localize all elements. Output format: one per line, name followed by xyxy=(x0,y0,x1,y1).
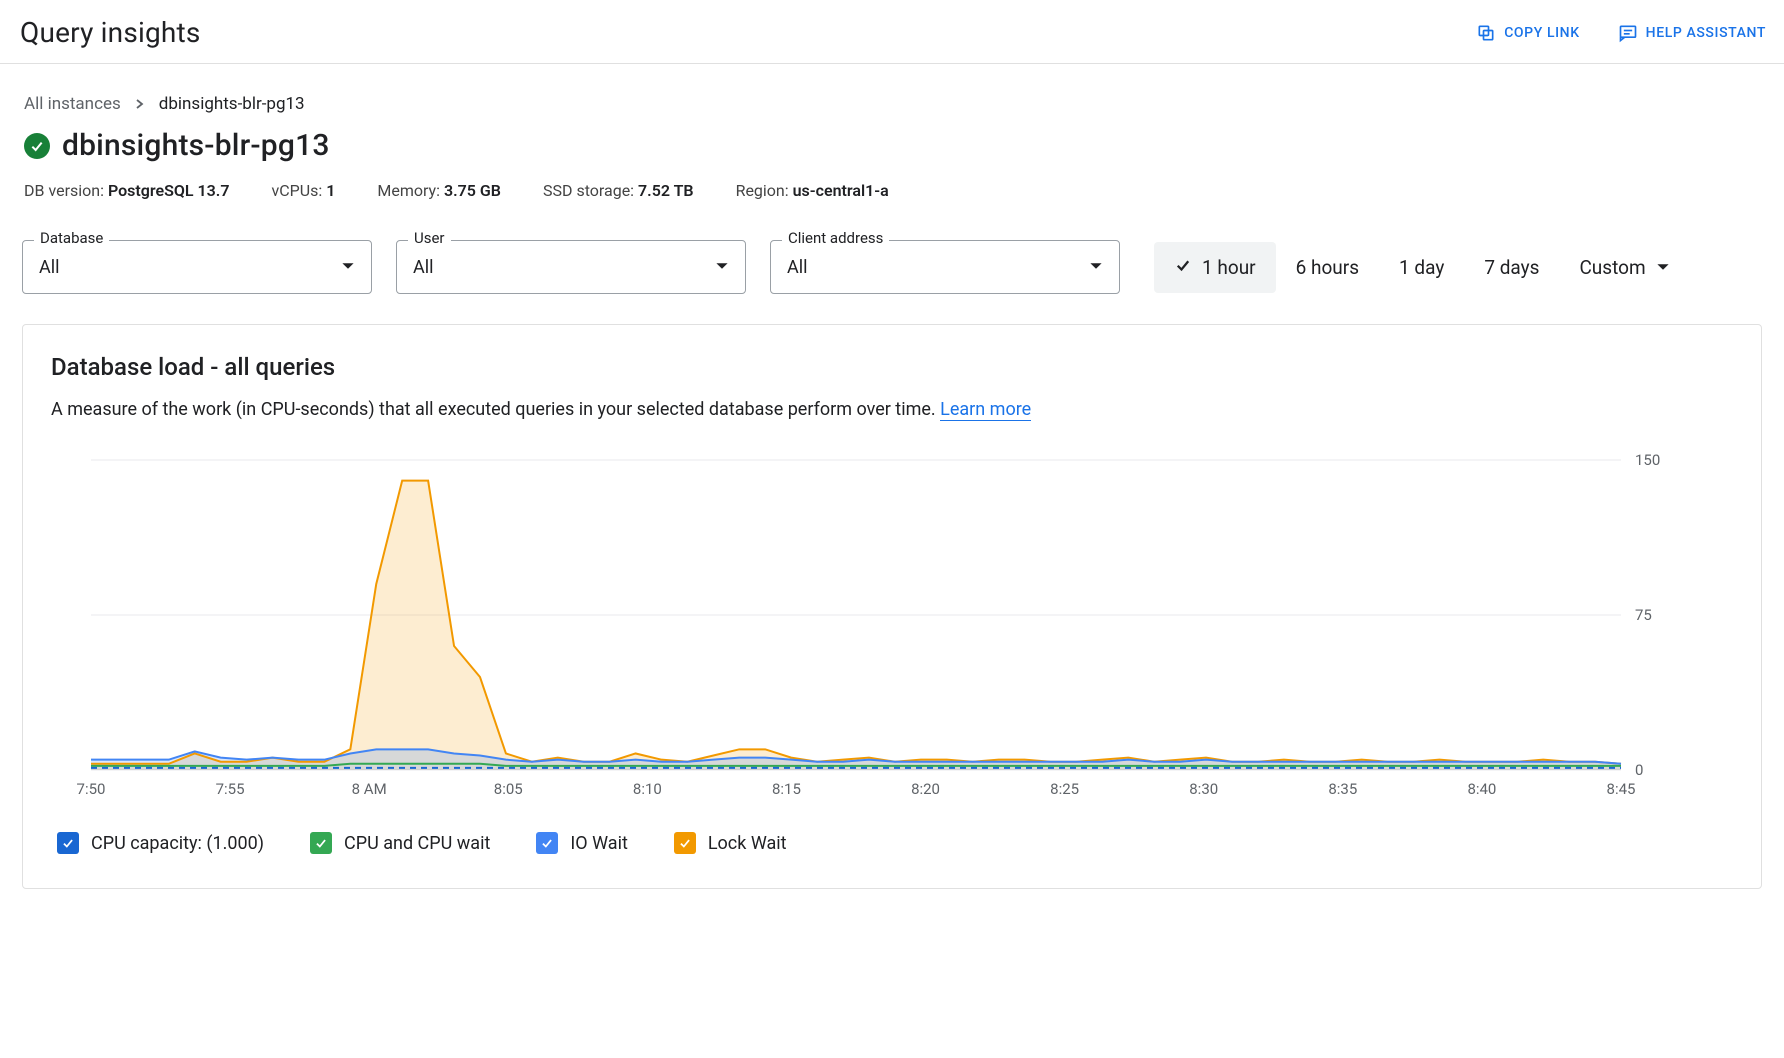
check-icon xyxy=(1174,256,1192,279)
svg-text:8:05: 8:05 xyxy=(494,780,523,798)
legend-label: Lock Wait xyxy=(708,833,787,854)
copy-link-button[interactable]: COPY LINK xyxy=(1476,23,1579,43)
time-range-label: 7 days xyxy=(1484,256,1539,279)
page-title: Query insights xyxy=(20,16,201,49)
legend-checkbox-icon xyxy=(310,832,332,854)
time-range-label: 6 hours xyxy=(1296,256,1359,279)
top-actions: COPY LINK HELP ASSISTANT xyxy=(1476,23,1766,43)
legend-checkbox-icon xyxy=(674,832,696,854)
svg-text:75: 75 xyxy=(1635,606,1652,624)
time-range-custom[interactable]: Custom xyxy=(1559,242,1689,293)
user-filter: User All xyxy=(396,240,746,294)
svg-text:8:15: 8:15 xyxy=(772,780,801,798)
legend-item-cpu-and-wait[interactable]: CPU and CPU wait xyxy=(310,832,490,854)
database-filter: Database All xyxy=(22,240,372,294)
instance-meta: DB version: PostgreSQL 13.7 vCPUs: 1 Mem… xyxy=(24,181,1760,200)
instance-header: dbinsights-blr-pg13 xyxy=(24,128,1760,163)
breadcrumb-root[interactable]: All instances xyxy=(24,94,121,114)
copy-link-label: COPY LINK xyxy=(1504,25,1579,41)
time-range-1-day[interactable]: 1 day xyxy=(1379,242,1464,293)
legend-checkbox-icon xyxy=(536,832,558,854)
user-select[interactable]: All xyxy=(396,240,746,294)
caret-down-icon xyxy=(341,257,355,278)
svg-text:8:45: 8:45 xyxy=(1607,780,1636,798)
legend-item-cpu-capacity[interactable]: CPU capacity: (1.000) xyxy=(57,832,264,854)
legend-item-io-wait[interactable]: IO Wait xyxy=(536,832,627,854)
time-range-7-days[interactable]: 7 days xyxy=(1464,242,1559,293)
svg-text:0: 0 xyxy=(1635,761,1643,779)
ssd-storage: SSD storage: 7.52 TB xyxy=(543,181,694,200)
caret-down-icon xyxy=(1089,257,1103,278)
learn-more-link[interactable]: Learn more xyxy=(940,399,1031,421)
database-filter-label: Database xyxy=(34,229,109,247)
breadcrumb: All instances dbinsights-blr-pg13 xyxy=(24,94,1760,114)
chart-subtitle-text: A measure of the work (in CPU-seconds) t… xyxy=(51,399,940,420)
client-address-select-value: All xyxy=(787,257,808,278)
chart-legend: CPU capacity: (1.000) CPU and CPU wait IO … xyxy=(51,832,1733,854)
chart-card: Database load - all queries A measure of… xyxy=(22,324,1762,889)
svg-text:8:20: 8:20 xyxy=(911,780,940,798)
instance-name: dbinsights-blr-pg13 xyxy=(62,128,330,163)
time-range-group: 1 hour 6 hours 1 day 7 days Custom xyxy=(1154,242,1690,293)
database-select[interactable]: All xyxy=(22,240,372,294)
user-filter-label: User xyxy=(408,229,451,247)
region: Region: us-central1-a xyxy=(736,181,889,200)
database-select-value: All xyxy=(39,257,60,278)
legend-item-lock-wait[interactable]: Lock Wait xyxy=(674,832,787,854)
svg-text:7:50: 7:50 xyxy=(77,780,106,798)
status-healthy-icon xyxy=(24,133,50,159)
breadcrumb-current: dbinsights-blr-pg13 xyxy=(159,94,305,114)
memory: Memory: 3.75 GB xyxy=(377,181,501,200)
context-section: All instances dbinsights-blr-pg13 dbinsi… xyxy=(0,64,1784,200)
time-range-6-hours[interactable]: 6 hours xyxy=(1276,242,1379,293)
top-bar: Query insights COPY LINK HELP ASSISTANT xyxy=(0,0,1784,64)
filters-row: Database All User All Client address All… xyxy=(0,200,1784,294)
svg-text:8 AM: 8 AM xyxy=(352,780,387,798)
caret-down-icon xyxy=(1656,256,1670,279)
svg-text:8:30: 8:30 xyxy=(1189,780,1218,798)
svg-text:8:40: 8:40 xyxy=(1467,780,1496,798)
legend-label: CPU and CPU wait xyxy=(344,833,490,854)
help-assistant-label: HELP ASSISTANT xyxy=(1646,25,1766,41)
client-address-filter: Client address All xyxy=(770,240,1120,294)
svg-text:8:25: 8:25 xyxy=(1050,780,1079,798)
svg-text:7:55: 7:55 xyxy=(216,780,245,798)
time-range-label: 1 day xyxy=(1399,256,1444,279)
chevron-right-icon xyxy=(135,94,145,114)
legend-label: CPU capacity: (1.000) xyxy=(91,833,264,854)
chart-title: Database load - all queries xyxy=(51,353,1733,381)
svg-text:150: 150 xyxy=(1635,451,1660,469)
help-assistant-button[interactable]: HELP ASSISTANT xyxy=(1618,23,1766,43)
client-address-select[interactable]: All xyxy=(770,240,1120,294)
chat-icon xyxy=(1618,23,1638,43)
legend-label: IO Wait xyxy=(570,833,627,854)
vcpus: vCPUs: 1 xyxy=(271,181,335,200)
legend-checkbox-icon xyxy=(57,832,79,854)
copy-icon xyxy=(1476,23,1496,43)
svg-text:8:10: 8:10 xyxy=(633,780,662,798)
caret-down-icon xyxy=(715,257,729,278)
user-select-value: All xyxy=(413,257,434,278)
time-range-1-hour[interactable]: 1 hour xyxy=(1154,242,1276,293)
db-version: DB version: PostgreSQL 13.7 xyxy=(24,181,229,200)
client-address-filter-label: Client address xyxy=(782,229,889,247)
svg-text:8:35: 8:35 xyxy=(1328,780,1357,798)
chart-area[interactable]: 0 75 150 7:50 7:55 8 AM 8:05 8:10 8:15 8:20 8:25 8:… xyxy=(51,450,1733,810)
chart-subtitle: A measure of the work (in CPU-seconds) t… xyxy=(51,399,1733,420)
time-range-label: 1 hour xyxy=(1202,256,1256,279)
time-range-label: Custom xyxy=(1579,256,1645,279)
